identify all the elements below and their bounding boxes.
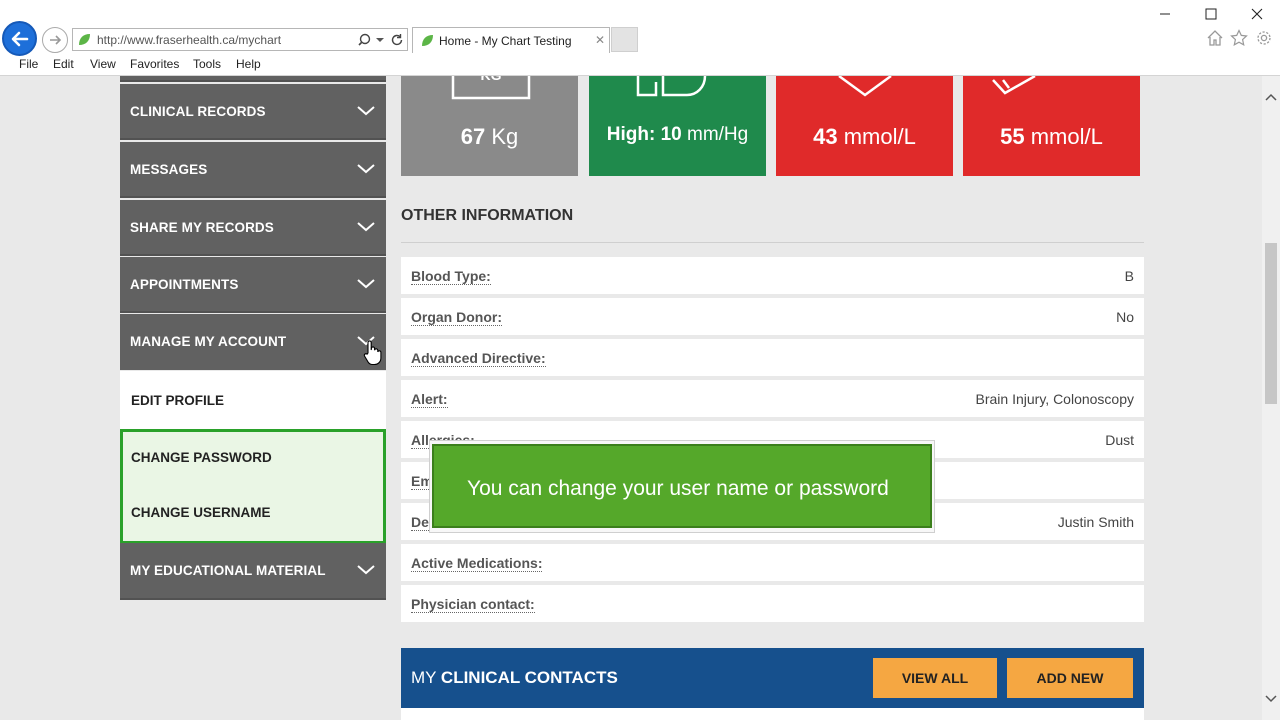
arrow-left-icon: [11, 31, 28, 46]
info-label: Organ Donor:: [411, 309, 502, 326]
forward-button[interactable]: [42, 27, 68, 53]
sidebar-item-messages[interactable]: MESSAGES: [120, 142, 386, 198]
info-label: Blood Type:: [411, 268, 491, 285]
info-value: B: [1124, 268, 1134, 284]
menu-tools[interactable]: Tools: [193, 57, 221, 71]
address-bar[interactable]: http://www.fraserhealth.ca/mychart: [72, 28, 408, 51]
chevron-down-icon: [357, 164, 375, 174]
info-value: Dust: [1105, 432, 1134, 448]
tile-glucose-value: 43 mmol/L: [813, 124, 916, 149]
info-value: No: [1116, 309, 1134, 325]
sidebar-item-clinical-records[interactable]: CLINICAL RECORDS: [120, 84, 386, 140]
other-information-title: OTHER INFORMATION: [401, 207, 574, 224]
chevron-down-icon: [357, 222, 375, 232]
leaf-icon: [422, 35, 433, 46]
close-tab-icon[interactable]: ✕: [595, 33, 605, 47]
heart-icon: [838, 76, 892, 97]
menu-edit[interactable]: Edit: [53, 57, 74, 71]
new-tab-button[interactable]: [611, 27, 638, 52]
sidebar-sub-change-username[interactable]: CHANGE USERNAME: [123, 487, 383, 541]
sidebar-item-share-my-records[interactable]: SHARE MY RECORDS: [120, 200, 386, 256]
menu-help[interactable]: Help: [236, 57, 261, 71]
info-label: Physician contact:: [411, 596, 535, 613]
clinical-contacts-header: MY CLINICAL CONTACTS VIEW ALL ADD NEW: [401, 648, 1144, 708]
tile-glucose: 43 mmol/L: [776, 76, 953, 176]
minimize-icon[interactable]: [1157, 6, 1173, 22]
info-row-blood-type: Blood Type: B: [401, 257, 1144, 294]
info-row-active-medications: Active Medications:: [401, 544, 1144, 581]
info-label: Active Medications:: [411, 555, 543, 572]
tooltip-text: You can change your user name or passwor…: [467, 477, 889, 500]
sidebar-item-appointments[interactable]: APPOINTMENTS: [120, 257, 386, 313]
info-label: Alert:: [411, 391, 448, 408]
arrow-right-icon: [50, 35, 62, 45]
menu-bar: File Edit View Favorites Tools Help: [0, 55, 1280, 75]
gear-icon[interactable]: [1255, 29, 1273, 47]
clinical-contacts-title: MY CLINICAL CONTACTS: [411, 668, 618, 687]
sidebar-item-hidden[interactable]: [120, 76, 386, 82]
tile-blood-pressure: High: 10 mm/Hg: [589, 76, 766, 176]
dropdown-arrow-icon[interactable]: [376, 36, 384, 44]
info-label: Advanced Directive:: [411, 350, 546, 367]
blood-pressure-icon: [636, 76, 707, 97]
search-icon[interactable]: [357, 31, 375, 49]
sidebar-item-manage-my-account[interactable]: MANAGE MY ACCOUNT: [120, 314, 386, 370]
divider: [401, 242, 1144, 243]
info-value: Brain Injury, Colonoscopy: [975, 391, 1134, 407]
sidebar-item-label: MY EDUCATIONAL MATERIAL: [130, 563, 326, 578]
sub-item-label: EDIT PROFILE: [131, 393, 225, 408]
tile-weight: KG 67 Kg: [401, 76, 578, 176]
back-button[interactable]: [2, 21, 37, 56]
tile-weight-value: 67 Kg: [460, 124, 519, 149]
home-icon[interactable]: [1206, 29, 1224, 47]
browser-tab[interactable]: Home - My Chart Testing ✕: [412, 27, 610, 53]
scale-label: KG: [481, 76, 502, 83]
sidebar-item-label: MESSAGES: [130, 162, 208, 177]
sidebar-item-label: SHARE MY RECORDS: [130, 220, 274, 235]
maximize-icon[interactable]: [1203, 6, 1219, 22]
sidebar-item-label: CLINICAL RECORDS: [130, 104, 266, 119]
info-value: Justin Smith: [1057, 514, 1134, 530]
chevron-down-icon: [357, 565, 375, 575]
info-row-advanced-directive: Advanced Directive:: [401, 339, 1144, 376]
tile-cholesterol-value: 55 mmol/L: [1000, 124, 1103, 149]
sidebar-item-label: MANAGE MY ACCOUNT: [130, 334, 287, 349]
tile-bp-value: High: 10 mm/Hg: [606, 124, 749, 145]
scrollbar-thumb[interactable]: [1265, 243, 1277, 404]
page-content: CLINICAL RECORDS MESSAGES SHARE MY RECOR…: [0, 76, 1262, 720]
scroll-down-arrow-icon[interactable]: [1264, 693, 1278, 705]
medicine-icon: [992, 76, 1036, 95]
sidebar-sub-edit-profile[interactable]: EDIT PROFILE: [120, 371, 386, 429]
info-label: De: [411, 514, 429, 531]
close-window-icon[interactable]: [1249, 6, 1265, 22]
sidebar-sub-change-password[interactable]: CHANGE PASSWORD: [123, 432, 383, 487]
view-all-button[interactable]: VIEW ALL: [873, 658, 997, 698]
sidebar-item-label: APPOINTMENTS: [130, 277, 239, 292]
menu-favorites[interactable]: Favorites: [130, 57, 179, 71]
tab-title: Home - My Chart Testing: [439, 34, 572, 48]
clinical-contacts-body: [401, 708, 1144, 720]
scale-icon: KG: [451, 76, 531, 100]
info-row-alert: Alert: Brain Injury, Colonoscopy: [401, 380, 1144, 417]
add-new-button[interactable]: ADD NEW: [1007, 658, 1133, 698]
favorites-star-icon[interactable]: [1230, 29, 1248, 47]
tooltip-callout: You can change your user name or passwor…: [432, 444, 932, 528]
menu-view[interactable]: View: [90, 57, 116, 71]
tile-cholesterol: 55 mmol/L: [963, 76, 1140, 176]
sidebar-item-my-educational-material[interactable]: MY EDUCATIONAL MATERIAL: [120, 543, 386, 600]
menu-file[interactable]: File: [19, 57, 38, 71]
leaf-icon: [79, 34, 90, 45]
url-text: http://www.fraserhealth.ca/mychart: [97, 33, 282, 47]
hand-cursor-icon: [363, 340, 382, 366]
scroll-up-arrow-icon[interactable]: [1264, 91, 1278, 103]
sub-item-label: CHANGE PASSWORD: [131, 450, 272, 465]
sub-item-label: CHANGE USERNAME: [131, 505, 271, 520]
info-row-organ-donor: Organ Donor: No: [401, 298, 1144, 335]
chevron-down-icon: [357, 279, 375, 289]
browser-chrome: http://www.fraserhealth.ca/mychart Home …: [0, 0, 1280, 76]
info-row-physician-contact: Physician contact:: [401, 585, 1144, 622]
refresh-icon[interactable]: [389, 32, 405, 48]
chevron-down-icon: [357, 106, 375, 116]
